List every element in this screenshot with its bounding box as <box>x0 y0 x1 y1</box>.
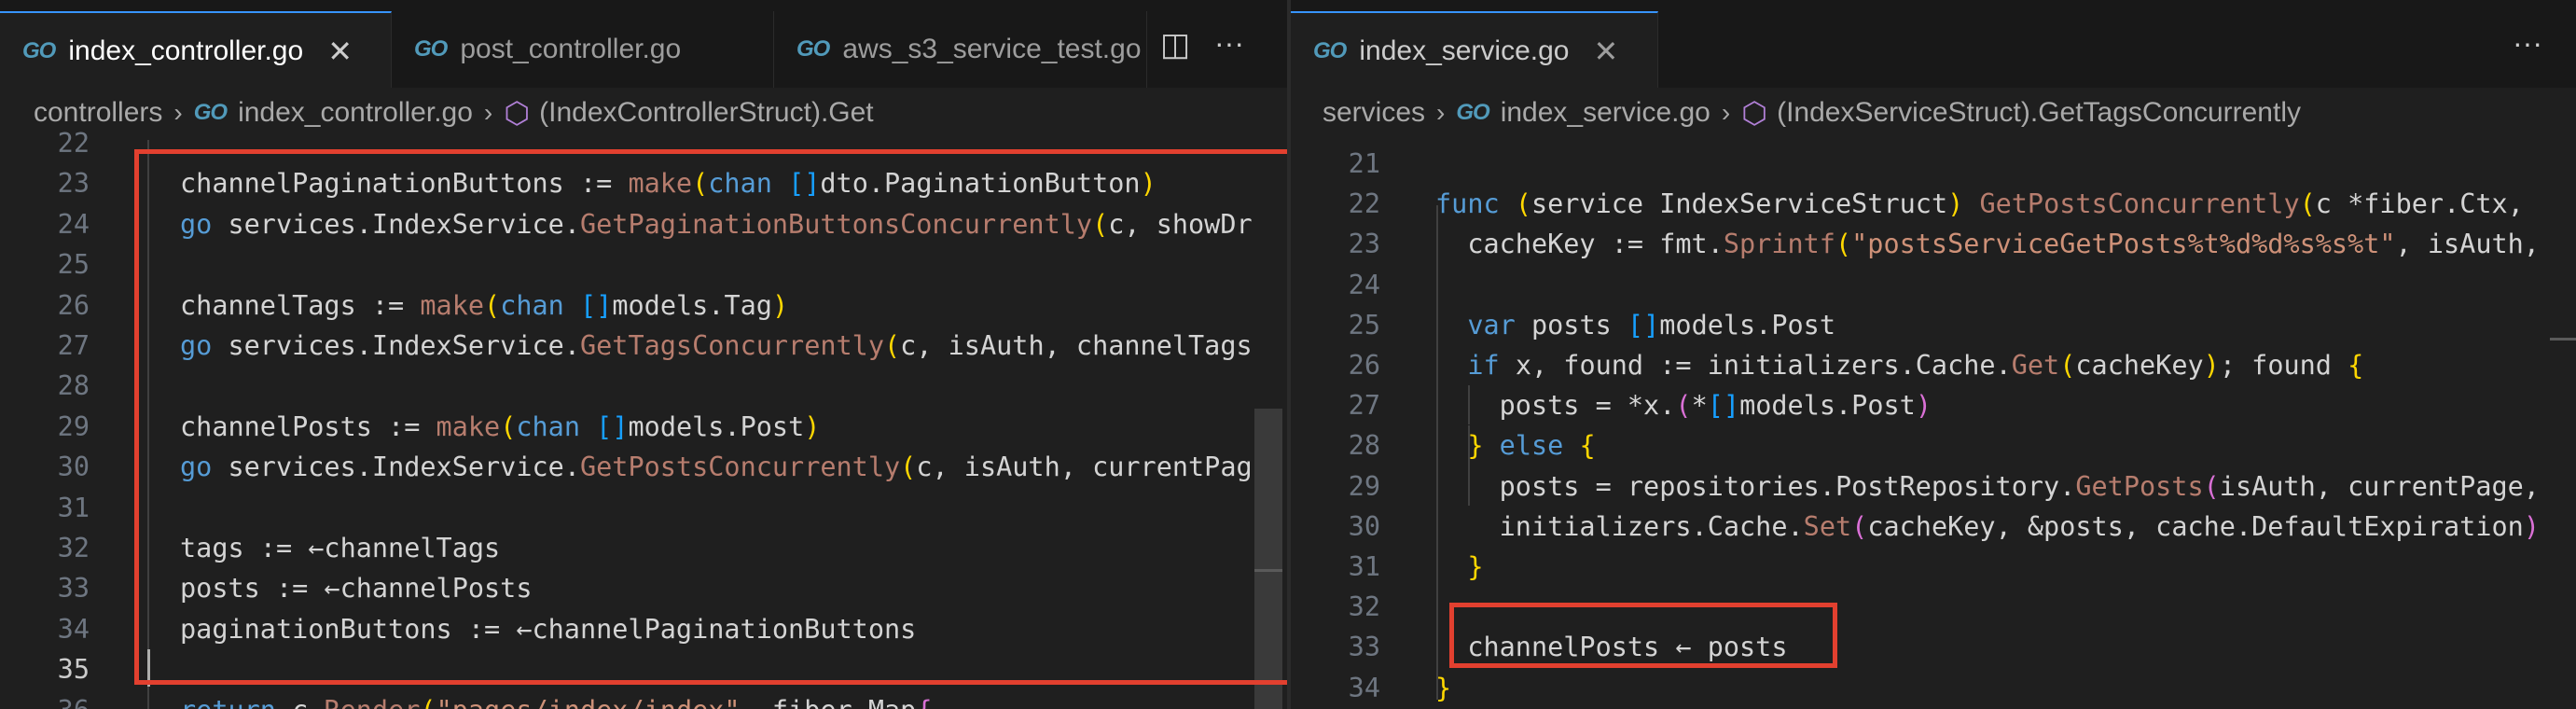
tab-index-service[interactable]: GO index_service.go ✕ <box>1291 11 1658 89</box>
code-line[interactable]: 31 } <box>1291 547 2576 587</box>
method-cube-icon: ⬡ <box>1741 96 1768 130</box>
breadcrumb-file[interactable]: index_service.go <box>1501 97 1710 129</box>
line-number: 24 <box>1348 269 1380 300</box>
line-number: 22 <box>1348 188 1380 220</box>
go-file-icon: GO <box>22 37 56 63</box>
right-editor-group: GO index_service.go ✕ ··· services › GO … <box>1291 0 2576 709</box>
chevron-right-icon: › <box>1436 98 1446 127</box>
left-editor-group: GO index_controller.go ✕ GO post_control… <box>0 0 1287 709</box>
code-line[interactable]: 24 <box>1291 265 2576 305</box>
right-code-editor[interactable]: 34} 33 channelPosts ← posts 32 31 } 30 initi… <box>1291 140 2576 709</box>
tab-label: aws_s3_service_test.go <box>842 34 1142 64</box>
line-number: 23 <box>57 168 90 200</box>
highlight-box <box>1449 603 1837 668</box>
breadcrumb-symbol[interactable]: (IndexServiceStruct).GetTagsConcurrently <box>1777 97 2301 129</box>
highlight-box <box>134 149 1287 685</box>
line-number: 26 <box>1348 350 1380 381</box>
line-number: 30 <box>1348 510 1380 542</box>
line-number: 25 <box>1348 309 1380 341</box>
line-number: 27 <box>57 330 90 361</box>
go-file-icon: GO <box>1313 37 1347 63</box>
line-number: 34 <box>57 613 90 645</box>
close-icon[interactable]: ✕ <box>1593 34 1618 69</box>
line-number: 35 <box>57 654 90 686</box>
code-text: if x, found := initializers.Cache.Get(ca… <box>1467 350 2364 381</box>
close-icon[interactable]: ✕ <box>327 34 353 69</box>
line-number: 28 <box>57 370 90 402</box>
code-line[interactable]: 28 } else { <box>1291 425 2576 466</box>
code-line[interactable]: 26 if x, found := initializers.Cache.Get… <box>1291 345 2576 385</box>
code-text: posts = repositories.PostRepository.GetP… <box>1435 470 2540 502</box>
code-line[interactable]: 27 posts = *x.(*[]models.Post) <box>1291 385 2576 425</box>
code-line[interactable]: 22 func (service IndexServiceStruct) GetP… <box>1291 184 2576 224</box>
line-number: 29 <box>1348 470 1380 502</box>
line-number: 29 <box>57 410 90 442</box>
code-text: return c.Render("pages/index/index", fib… <box>180 690 933 709</box>
minimap-marker <box>2550 338 2576 341</box>
go-file-icon: GO <box>193 100 228 125</box>
split-editor-icon[interactable]: ◫ <box>1160 26 1190 63</box>
line-number: 32 <box>57 533 90 563</box>
code-text: var posts []models.Post <box>1467 309 1835 341</box>
code-line[interactable]: 25 var posts []models.Post <box>1291 305 2576 345</box>
go-file-icon: GO <box>414 36 448 62</box>
line-number: 22 <box>57 128 90 159</box>
chevron-right-icon: › <box>1721 98 1731 127</box>
left-tab-bar: GO index_controller.go ✕ GO post_control… <box>0 0 1287 89</box>
more-actions-icon[interactable]: ··· <box>1214 26 1244 61</box>
line-number: 26 <box>57 289 90 321</box>
code-line[interactable]: 30 initializers.Cache.Set(cacheKey, &pos… <box>1291 507 2576 547</box>
line-number: 31 <box>57 492 90 523</box>
tab-label: index_controller.go <box>68 35 304 66</box>
tab-aws-s3-service-test[interactable]: GO aws_s3_service_test.go <box>774 11 1147 88</box>
line-number: 28 <box>1348 430 1380 462</box>
code-line[interactable]: 29 posts = repositories.PostRepository.G… <box>1291 466 2576 507</box>
tab-label: post_controller.go <box>460 34 682 64</box>
tab-index-controller[interactable]: GO index_controller.go ✕ <box>0 11 392 89</box>
code-line[interactable]: 23 cacheKey := fmt.Sprintf("postsService… <box>1291 224 2576 264</box>
tab-post-controller[interactable]: GO post_controller.go <box>392 11 774 88</box>
go-file-icon: GO <box>1456 100 1489 125</box>
line-number: 21 <box>1348 148 1380 179</box>
go-file-icon: GO <box>796 36 830 62</box>
line-number: 30 <box>57 452 90 483</box>
tab-label: index_service.go <box>1359 35 1570 66</box>
indent-guide <box>1436 205 1438 700</box>
line-number: 33 <box>57 573 90 605</box>
code-line[interactable]: 36 return c.Render("pages/index/index", f… <box>0 690 1287 709</box>
code-text: func (service IndexServiceStruct) GetPos… <box>1435 188 2524 220</box>
code-line[interactable]: 21 <box>1291 144 2576 184</box>
code-text: cacheKey := fmt.Sprintf("postsServiceGet… <box>1435 229 2540 260</box>
code-text: initializers.Cache.Set(cacheKey, &posts,… <box>1435 510 2540 542</box>
line-number: 36 <box>0 690 90 709</box>
code-text: } <box>1467 551 1484 582</box>
code-text: posts = *x.(*[]models.Post) <box>1435 390 1932 422</box>
indent-guide <box>1468 385 1470 424</box>
line-number: 23 <box>1348 229 1380 260</box>
breadcrumb-folder[interactable]: services <box>1323 97 1425 129</box>
indent-guide <box>1468 425 1470 506</box>
code-line[interactable]: 34} <box>1291 668 2576 708</box>
line-number: 34 <box>1348 672 1380 703</box>
breadcrumb: services › GO index_service.go › ⬡ (Inde… <box>1291 88 2576 138</box>
line-number: 25 <box>57 249 90 281</box>
line-number: 24 <box>57 208 90 240</box>
more-actions-icon[interactable]: ··· <box>2513 26 2542 61</box>
right-tab-bar: GO index_service.go ✕ ··· <box>1291 0 2576 89</box>
line-number: 31 <box>1348 551 1380 582</box>
line-number: 33 <box>1348 632 1380 663</box>
line-number: 32 <box>1348 591 1380 623</box>
left-code-editor[interactable]: 36 return c.Render("pages/index/index", f… <box>0 128 1287 709</box>
code-text: } else { <box>1467 430 1596 462</box>
line-number: 27 <box>1348 390 1380 422</box>
